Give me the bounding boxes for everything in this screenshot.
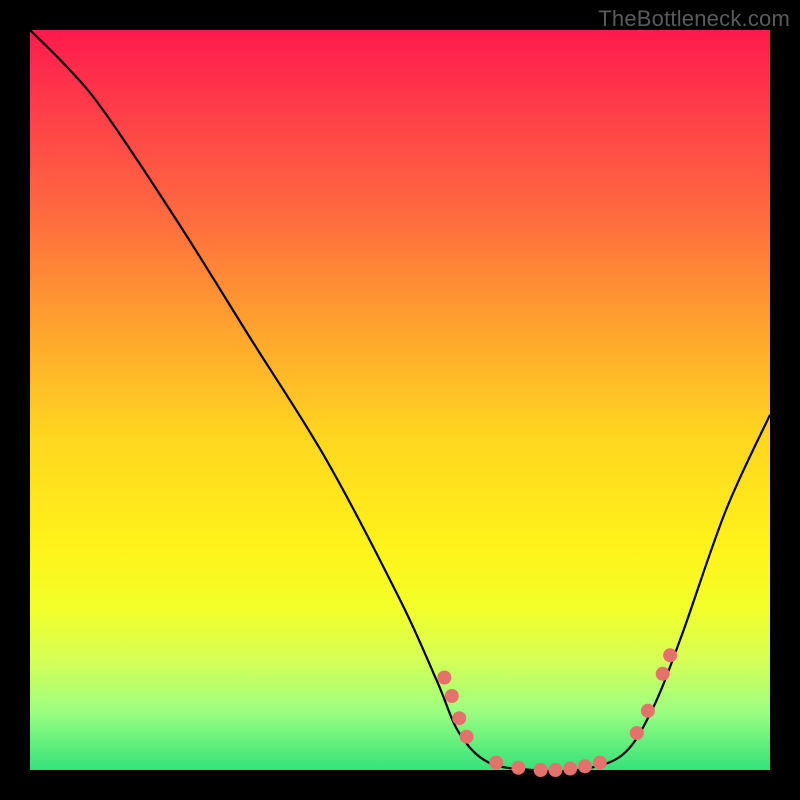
data-markers [437, 648, 677, 777]
data-marker [437, 671, 451, 685]
bottleneck-curve [30, 30, 770, 771]
data-marker [511, 761, 525, 775]
chart-svg [30, 30, 770, 770]
data-marker [656, 667, 670, 681]
data-marker [548, 763, 562, 777]
data-marker [452, 711, 466, 725]
data-marker [663, 648, 677, 662]
data-marker [489, 756, 503, 770]
data-marker [593, 756, 607, 770]
data-marker [630, 726, 644, 740]
data-marker [534, 763, 548, 777]
chart-stage: TheBottleneck.com [0, 0, 800, 800]
data-marker [445, 689, 459, 703]
data-marker [563, 762, 577, 776]
watermark-text: TheBottleneck.com [598, 6, 790, 32]
data-marker [578, 759, 592, 773]
data-marker [641, 704, 655, 718]
data-marker [460, 730, 474, 744]
plot-area [30, 30, 770, 770]
